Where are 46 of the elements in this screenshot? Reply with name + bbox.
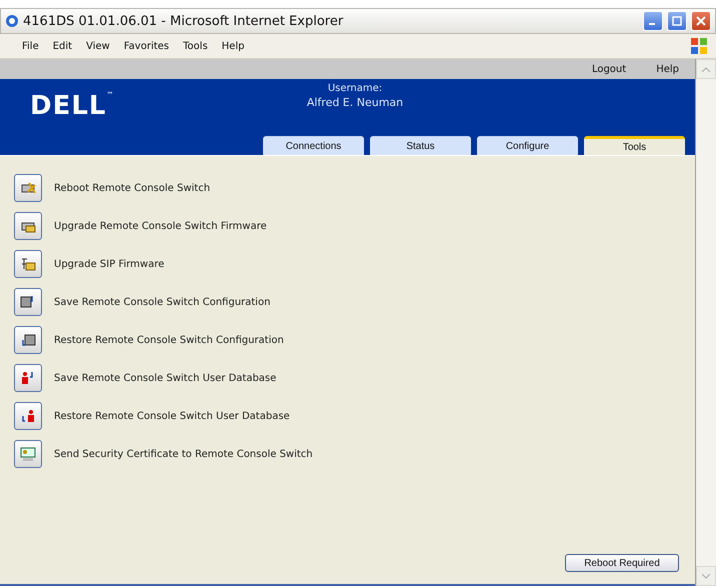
- menu-item[interactable]: Tools: [183, 40, 208, 52]
- close-icon: [696, 16, 706, 26]
- floppy-arrow-icon: [20, 332, 36, 348]
- action-button[interactable]: [14, 250, 42, 278]
- browser-logo-icon: [5, 14, 19, 28]
- floppy-arrow-icon: [20, 294, 36, 310]
- menu-item[interactable]: Favorites: [124, 40, 170, 52]
- username-label: Username:: [328, 83, 382, 94]
- action-label: Upgrade Remote Console Switch Firmware: [54, 220, 267, 232]
- reboot-required-button[interactable]: Reboot Required: [565, 554, 679, 572]
- switch-spark-icon: [20, 180, 36, 196]
- header-link[interactable]: Logout: [592, 64, 626, 74]
- person-arrow-icon: [20, 408, 36, 424]
- maximize-button[interactable]: [667, 11, 687, 31]
- action-label: Upgrade SIP Firmware: [54, 258, 164, 270]
- action-button[interactable]: [14, 440, 42, 468]
- window-title: 4161DS 01.01.06.01 - Microsoft Internet Explorer: [23, 14, 344, 28]
- person-arrow-icon: [20, 370, 36, 386]
- header-link[interactable]: Help: [656, 64, 679, 74]
- nav-tab[interactable]: Connections: [263, 136, 364, 155]
- action-button[interactable]: [14, 326, 42, 354]
- minimize-button[interactable]: [643, 11, 663, 31]
- action-button[interactable]: [14, 288, 42, 316]
- chevron-up-icon: [702, 66, 710, 72]
- nav-tab[interactable]: Tools: [584, 136, 685, 155]
- action-label: Save Remote Console Switch Configuration: [54, 296, 270, 308]
- menu-item[interactable]: File: [22, 40, 39, 52]
- action-button[interactable]: [14, 212, 42, 240]
- close-button[interactable]: [691, 11, 711, 31]
- action-button[interactable]: [14, 174, 42, 202]
- action-label: Save Remote Console Switch User Database: [54, 372, 276, 384]
- menu-item[interactable]: Edit: [52, 40, 72, 52]
- action-label: Restore Remote Console Switch Configuration: [54, 334, 284, 346]
- menu-item[interactable]: View: [86, 40, 110, 52]
- folder-upload-icon: [20, 256, 36, 272]
- maximize-icon: [672, 16, 682, 26]
- action-label: Restore Remote Console Switch User Database: [54, 410, 290, 422]
- nav-tab[interactable]: Configure: [477, 136, 578, 155]
- chevron-down-icon: [702, 574, 710, 578]
- action-label: Send Security Certificate to Remote Console Switch: [54, 448, 313, 460]
- certificate-icon: [20, 446, 36, 462]
- windows-flag-icon: [690, 37, 708, 55]
- username-value: Alfred E. Neuman: [306, 96, 404, 109]
- action-label: Reboot Remote Console Switch: [54, 182, 210, 194]
- menu-item[interactable]: Help: [222, 40, 244, 52]
- nav-tab[interactable]: Status: [370, 136, 471, 155]
